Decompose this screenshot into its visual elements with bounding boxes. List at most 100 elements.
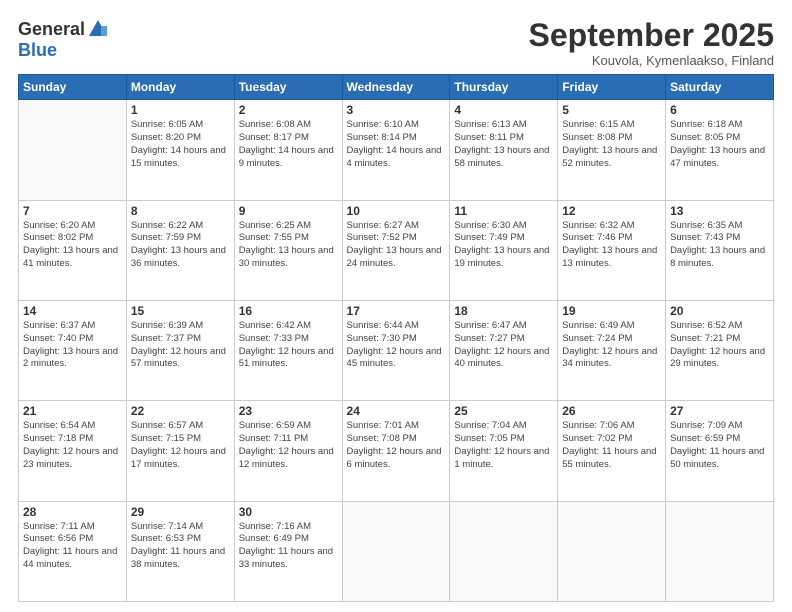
table-row: 26 Sunrise: 7:06 AMSunset: 7:02 PMDaylig…	[558, 401, 666, 501]
calendar-week-row: 21 Sunrise: 6:54 AMSunset: 7:18 PMDaylig…	[19, 401, 774, 501]
calendar-table: Sunday Monday Tuesday Wednesday Thursday…	[18, 74, 774, 602]
table-row: 29 Sunrise: 7:14 AMSunset: 6:53 PMDaylig…	[126, 501, 234, 601]
day-detail: Sunrise: 6:47 AMSunset: 7:27 PMDaylight:…	[454, 320, 549, 369]
calendar-week-row: 14 Sunrise: 6:37 AMSunset: 7:40 PMDaylig…	[19, 300, 774, 400]
day-number: 5	[562, 103, 661, 117]
day-number: 14	[23, 304, 122, 318]
table-row: 7 Sunrise: 6:20 AMSunset: 8:02 PMDayligh…	[19, 200, 127, 300]
day-number: 20	[670, 304, 769, 318]
table-row	[342, 501, 450, 601]
day-number: 4	[454, 103, 553, 117]
day-number: 7	[23, 204, 122, 218]
day-detail: Sunrise: 6:30 AMSunset: 7:49 PMDaylight:…	[454, 220, 549, 269]
day-detail: Sunrise: 6:39 AMSunset: 7:37 PMDaylight:…	[131, 320, 226, 369]
page: General Blue September 2025 Kouvola, Kym…	[0, 0, 792, 612]
day-number: 12	[562, 204, 661, 218]
col-wednesday: Wednesday	[342, 75, 450, 100]
day-number: 18	[454, 304, 553, 318]
day-number: 13	[670, 204, 769, 218]
table-row	[666, 501, 774, 601]
day-detail: Sunrise: 7:11 AMSunset: 6:56 PMDaylight:…	[23, 521, 117, 570]
day-detail: Sunrise: 6:15 AMSunset: 8:08 PMDaylight:…	[562, 119, 657, 168]
day-number: 10	[347, 204, 446, 218]
table-row: 30 Sunrise: 7:16 AMSunset: 6:49 PMDaylig…	[234, 501, 342, 601]
day-number: 17	[347, 304, 446, 318]
table-row: 20 Sunrise: 6:52 AMSunset: 7:21 PMDaylig…	[666, 300, 774, 400]
day-detail: Sunrise: 6:44 AMSunset: 7:30 PMDaylight:…	[347, 320, 442, 369]
day-detail: Sunrise: 7:01 AMSunset: 7:08 PMDaylight:…	[347, 420, 442, 469]
table-row: 13 Sunrise: 6:35 AMSunset: 7:43 PMDaylig…	[666, 200, 774, 300]
col-saturday: Saturday	[666, 75, 774, 100]
day-number: 16	[239, 304, 338, 318]
table-row: 4 Sunrise: 6:13 AMSunset: 8:11 PMDayligh…	[450, 100, 558, 200]
table-row: 27 Sunrise: 7:09 AMSunset: 6:59 PMDaylig…	[666, 401, 774, 501]
table-row: 10 Sunrise: 6:27 AMSunset: 7:52 PMDaylig…	[342, 200, 450, 300]
day-detail: Sunrise: 6:25 AMSunset: 7:55 PMDaylight:…	[239, 220, 334, 269]
location-subtitle: Kouvola, Kymenlaakso, Finland	[529, 53, 774, 68]
day-detail: Sunrise: 6:13 AMSunset: 8:11 PMDaylight:…	[454, 119, 549, 168]
day-number: 22	[131, 404, 230, 418]
day-detail: Sunrise: 6:42 AMSunset: 7:33 PMDaylight:…	[239, 320, 334, 369]
day-detail: Sunrise: 6:37 AMSunset: 7:40 PMDaylight:…	[23, 320, 118, 369]
table-row: 19 Sunrise: 6:49 AMSunset: 7:24 PMDaylig…	[558, 300, 666, 400]
col-friday: Friday	[558, 75, 666, 100]
table-row	[450, 501, 558, 601]
table-row: 25 Sunrise: 7:04 AMSunset: 7:05 PMDaylig…	[450, 401, 558, 501]
day-number: 8	[131, 204, 230, 218]
col-thursday: Thursday	[450, 75, 558, 100]
table-row: 22 Sunrise: 6:57 AMSunset: 7:15 PMDaylig…	[126, 401, 234, 501]
table-row: 23 Sunrise: 6:59 AMSunset: 7:11 PMDaylig…	[234, 401, 342, 501]
day-number: 27	[670, 404, 769, 418]
logo: General Blue	[18, 18, 109, 61]
table-row: 3 Sunrise: 6:10 AMSunset: 8:14 PMDayligh…	[342, 100, 450, 200]
day-number: 28	[23, 505, 122, 519]
day-detail: Sunrise: 6:27 AMSunset: 7:52 PMDaylight:…	[347, 220, 442, 269]
day-number: 30	[239, 505, 338, 519]
day-number: 6	[670, 103, 769, 117]
table-row: 21 Sunrise: 6:54 AMSunset: 7:18 PMDaylig…	[19, 401, 127, 501]
logo-general-text: General	[18, 19, 85, 40]
logo-blue-text: Blue	[18, 40, 57, 61]
calendar-header-row: Sunday Monday Tuesday Wednesday Thursday…	[19, 75, 774, 100]
table-row: 16 Sunrise: 6:42 AMSunset: 7:33 PMDaylig…	[234, 300, 342, 400]
day-detail: Sunrise: 6:54 AMSunset: 7:18 PMDaylight:…	[23, 420, 118, 469]
logo-icon	[87, 18, 109, 40]
day-number: 25	[454, 404, 553, 418]
day-detail: Sunrise: 6:32 AMSunset: 7:46 PMDaylight:…	[562, 220, 657, 269]
day-number: 9	[239, 204, 338, 218]
day-number: 3	[347, 103, 446, 117]
day-number: 15	[131, 304, 230, 318]
day-detail: Sunrise: 6:10 AMSunset: 8:14 PMDaylight:…	[347, 119, 442, 168]
day-number: 11	[454, 204, 553, 218]
day-detail: Sunrise: 6:57 AMSunset: 7:15 PMDaylight:…	[131, 420, 226, 469]
col-monday: Monday	[126, 75, 234, 100]
day-number: 24	[347, 404, 446, 418]
calendar-week-row: 7 Sunrise: 6:20 AMSunset: 8:02 PMDayligh…	[19, 200, 774, 300]
table-row: 14 Sunrise: 6:37 AMSunset: 7:40 PMDaylig…	[19, 300, 127, 400]
day-number: 19	[562, 304, 661, 318]
day-detail: Sunrise: 6:52 AMSunset: 7:21 PMDaylight:…	[670, 320, 765, 369]
table-row	[19, 100, 127, 200]
day-number: 29	[131, 505, 230, 519]
table-row: 9 Sunrise: 6:25 AMSunset: 7:55 PMDayligh…	[234, 200, 342, 300]
day-number: 2	[239, 103, 338, 117]
day-detail: Sunrise: 7:09 AMSunset: 6:59 PMDaylight:…	[670, 420, 764, 469]
day-number: 1	[131, 103, 230, 117]
day-detail: Sunrise: 7:06 AMSunset: 7:02 PMDaylight:…	[562, 420, 656, 469]
title-block: September 2025 Kouvola, Kymenlaakso, Fin…	[529, 18, 774, 68]
calendar-week-row: 28 Sunrise: 7:11 AMSunset: 6:56 PMDaylig…	[19, 501, 774, 601]
day-detail: Sunrise: 6:22 AMSunset: 7:59 PMDaylight:…	[131, 220, 226, 269]
day-detail: Sunrise: 6:20 AMSunset: 8:02 PMDaylight:…	[23, 220, 118, 269]
day-detail: Sunrise: 6:59 AMSunset: 7:11 PMDaylight:…	[239, 420, 334, 469]
day-detail: Sunrise: 6:49 AMSunset: 7:24 PMDaylight:…	[562, 320, 657, 369]
table-row: 12 Sunrise: 6:32 AMSunset: 7:46 PMDaylig…	[558, 200, 666, 300]
table-row: 17 Sunrise: 6:44 AMSunset: 7:30 PMDaylig…	[342, 300, 450, 400]
day-detail: Sunrise: 6:05 AMSunset: 8:20 PMDaylight:…	[131, 119, 226, 168]
day-number: 21	[23, 404, 122, 418]
table-row	[558, 501, 666, 601]
table-row: 6 Sunrise: 6:18 AMSunset: 8:05 PMDayligh…	[666, 100, 774, 200]
day-detail: Sunrise: 6:18 AMSunset: 8:05 PMDaylight:…	[670, 119, 765, 168]
day-detail: Sunrise: 6:08 AMSunset: 8:17 PMDaylight:…	[239, 119, 334, 168]
table-row: 2 Sunrise: 6:08 AMSunset: 8:17 PMDayligh…	[234, 100, 342, 200]
col-tuesday: Tuesday	[234, 75, 342, 100]
